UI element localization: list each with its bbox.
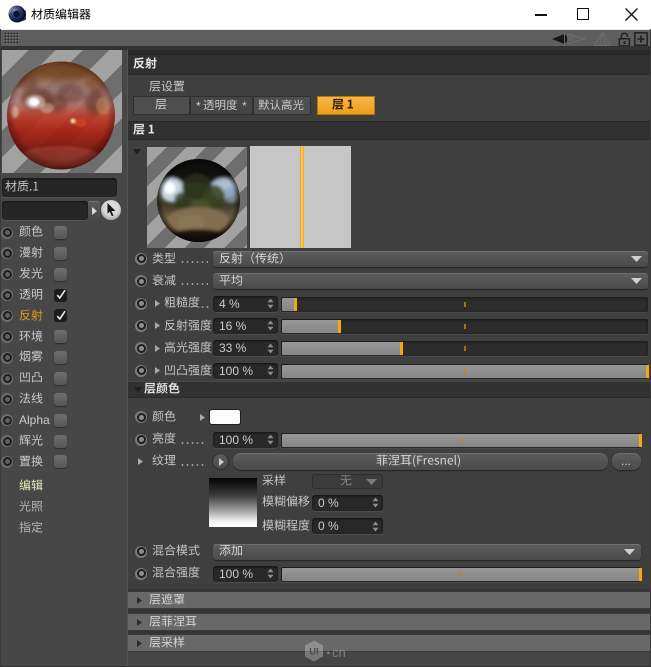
svg-text:UI: UI: [309, 647, 319, 658]
svg-text:cn: cn: [332, 645, 346, 660]
